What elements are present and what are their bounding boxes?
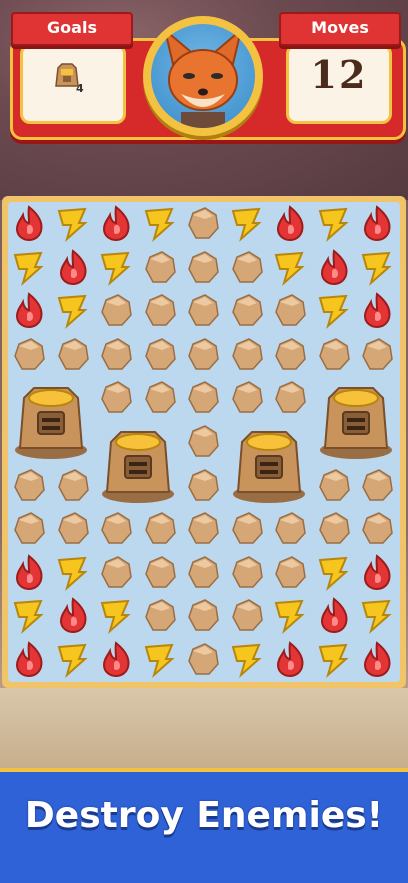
- red-flame-gem[interactable]: [357, 639, 397, 679]
- rock-blocker[interactable]: [183, 465, 223, 505]
- rock-blocker[interactable]: [227, 247, 267, 287]
- red-flame-gem[interactable]: [357, 552, 397, 592]
- rock-blocker[interactable]: [227, 595, 267, 635]
- rock-blocker[interactable]: [96, 334, 136, 374]
- yellow-bolt-gem[interactable]: [270, 247, 310, 287]
- rock-blocker[interactable]: [270, 334, 310, 374]
- moves-label: Moves: [279, 12, 401, 46]
- yellow-bolt-gem[interactable]: [53, 290, 93, 330]
- rock-blocker[interactable]: [227, 377, 267, 417]
- stone-floor: [0, 688, 408, 768]
- rock-blocker[interactable]: [270, 290, 310, 330]
- rock-blocker[interactable]: [9, 465, 49, 505]
- rock-blocker[interactable]: [314, 334, 354, 374]
- rock-blocker[interactable]: [227, 552, 267, 592]
- rock-blocker[interactable]: [183, 290, 223, 330]
- yellow-bolt-gem[interactable]: [53, 552, 93, 592]
- red-flame-gem[interactable]: [53, 595, 93, 635]
- yellow-bolt-gem[interactable]: [314, 290, 354, 330]
- red-flame-gem[interactable]: [314, 247, 354, 287]
- yellow-bolt-gem[interactable]: [140, 639, 180, 679]
- rock-blocker[interactable]: [227, 334, 267, 374]
- rock-blocker[interactable]: [140, 552, 180, 592]
- rock-blocker[interactable]: [183, 334, 223, 374]
- rock-blocker[interactable]: [227, 290, 267, 330]
- moves-counter: 12: [310, 52, 368, 97]
- rock-blocker[interactable]: [53, 465, 93, 505]
- rock-blocker[interactable]: [140, 290, 180, 330]
- goal-count: 4: [76, 82, 84, 95]
- rock-blocker[interactable]: [314, 465, 354, 505]
- yellow-bolt-gem[interactable]: [314, 639, 354, 679]
- rock-blocker[interactable]: [357, 508, 397, 548]
- character-portrait: [143, 16, 263, 136]
- red-flame-gem[interactable]: [314, 595, 354, 635]
- rock-blocker[interactable]: [183, 508, 223, 548]
- rock-blocker[interactable]: [183, 247, 223, 287]
- fox-avatar-icon: [163, 27, 243, 128]
- rock-blocker[interactable]: [53, 334, 93, 374]
- yellow-bolt-gem[interactable]: [140, 203, 180, 243]
- rock-blocker[interactable]: [140, 247, 180, 287]
- yellow-bolt-gem[interactable]: [227, 639, 267, 679]
- rock-blocker[interactable]: [96, 508, 136, 548]
- yellow-bolt-gem[interactable]: [270, 595, 310, 635]
- yellow-bolt-gem[interactable]: [357, 247, 397, 287]
- red-flame-gem[interactable]: [9, 639, 49, 679]
- promo-tagline: Destroy Enemies!: [24, 795, 384, 836]
- rock-blocker[interactable]: [357, 334, 397, 374]
- yellow-bolt-gem[interactable]: [96, 247, 136, 287]
- yellow-bolt-gem[interactable]: [314, 552, 354, 592]
- yellow-bolt-gem[interactable]: [9, 595, 49, 635]
- rock-blocker[interactable]: [140, 508, 180, 548]
- rock-blocker[interactable]: [270, 552, 310, 592]
- rock-blocker[interactable]: [96, 552, 136, 592]
- rock-blocker[interactable]: [183, 639, 223, 679]
- rock-blocker[interactable]: [96, 290, 136, 330]
- rock-blocker[interactable]: [140, 595, 180, 635]
- yellow-bolt-gem[interactable]: [227, 203, 267, 243]
- red-flame-gem[interactable]: [96, 203, 136, 243]
- red-flame-gem[interactable]: [357, 203, 397, 243]
- rock-blocker[interactable]: [183, 421, 223, 461]
- enemy-tower[interactable]: [8, 376, 94, 462]
- rock-blocker[interactable]: [270, 377, 310, 417]
- yellow-bolt-gem[interactable]: [314, 203, 354, 243]
- red-flame-gem[interactable]: [96, 639, 136, 679]
- enemy-tower[interactable]: [95, 420, 181, 506]
- red-flame-gem[interactable]: [270, 203, 310, 243]
- board-grid: [8, 202, 400, 682]
- enemy-tower[interactable]: [226, 420, 312, 506]
- red-flame-gem[interactable]: [53, 247, 93, 287]
- rock-blocker[interactable]: [227, 508, 267, 548]
- red-flame-gem[interactable]: [9, 552, 49, 592]
- red-flame-gem[interactable]: [270, 639, 310, 679]
- rock-blocker[interactable]: [96, 377, 136, 417]
- rock-blocker[interactable]: [183, 552, 223, 592]
- yellow-bolt-gem[interactable]: [53, 639, 93, 679]
- rock-blocker[interactable]: [9, 334, 49, 374]
- rock-blocker[interactable]: [357, 465, 397, 505]
- yellow-bolt-gem[interactable]: [9, 247, 49, 287]
- red-flame-gem[interactable]: [357, 290, 397, 330]
- goals-label: Goals: [11, 12, 133, 46]
- rock-blocker[interactable]: [140, 377, 180, 417]
- yellow-bolt-gem[interactable]: [53, 203, 93, 243]
- rock-blocker[interactable]: [270, 508, 310, 548]
- red-flame-gem[interactable]: [9, 203, 49, 243]
- rock-blocker[interactable]: [183, 203, 223, 243]
- yellow-bolt-gem[interactable]: [357, 595, 397, 635]
- red-flame-gem[interactable]: [9, 290, 49, 330]
- yellow-bolt-gem[interactable]: [96, 595, 136, 635]
- rock-blocker[interactable]: [9, 508, 49, 548]
- game-board: [2, 196, 406, 688]
- enemy-tower[interactable]: [313, 376, 399, 462]
- rock-blocker[interactable]: [314, 508, 354, 548]
- rock-blocker[interactable]: [183, 377, 223, 417]
- rock-blocker[interactable]: [183, 595, 223, 635]
- rock-blocker[interactable]: [53, 508, 93, 548]
- rock-blocker[interactable]: [140, 334, 180, 374]
